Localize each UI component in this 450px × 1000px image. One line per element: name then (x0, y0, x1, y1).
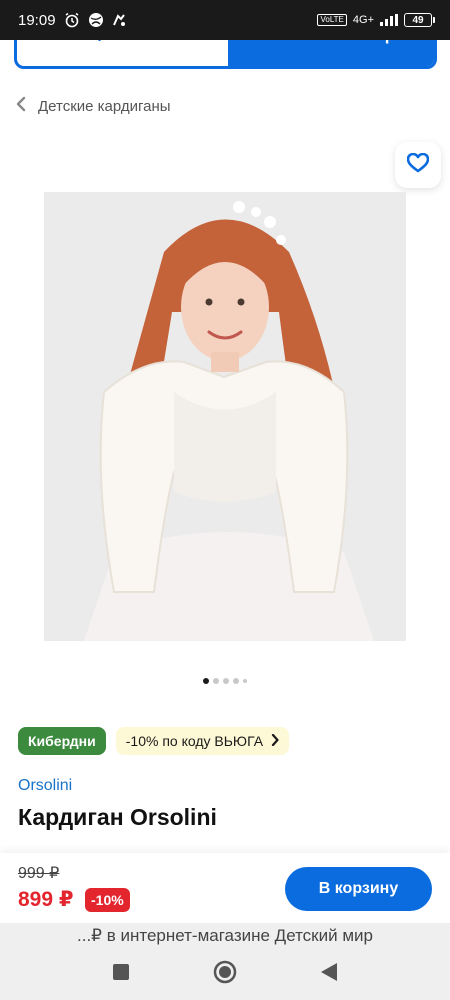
promo-code-badge[interactable]: -10% по коду ВЬЮГА (115, 727, 290, 755)
footer-caption: ...₽ в интернет-магазине Детский мир (0, 923, 450, 949)
product-image[interactable] (44, 192, 406, 641)
product-photo-illustration (44, 192, 406, 641)
chevron-left-icon (16, 96, 26, 116)
gallery-pagination (0, 678, 450, 684)
signal-icon (380, 14, 398, 26)
promo-code-label: -10% по коду ВЬЮГА (125, 733, 264, 749)
gallery-dot[interactable] (233, 678, 239, 684)
current-price: 899 ₽ (18, 888, 74, 911)
favorite-button[interactable] (395, 142, 441, 188)
price-bar: 999 ₽ 899 ₽ -10% В корзину (0, 853, 450, 923)
status-bar: 19:09 VoLTE 4G+ 49 (0, 0, 450, 40)
volte-indicator: VoLTE (317, 14, 347, 26)
heart-icon (406, 152, 430, 178)
ball-icon (88, 12, 104, 28)
status-time: 19:09 (18, 11, 56, 29)
alarm-icon (64, 12, 80, 28)
recents-icon[interactable] (112, 963, 130, 986)
app-notification-icon (112, 13, 126, 27)
gallery-dot[interactable] (203, 678, 209, 684)
brand-link[interactable]: Orsolini (18, 777, 72, 795)
breadcrumb-label: Детские кардиганы (38, 97, 171, 115)
gallery-dot[interactable] (243, 679, 247, 683)
back-icon[interactable] (320, 962, 338, 987)
battery-indicator: 49 (404, 13, 435, 27)
network-label: 4G+ (352, 14, 374, 26)
promo-badges: Кибердни -10% по коду ВЬЮГА (18, 727, 290, 755)
cyber-days-badge[interactable]: Кибердни (18, 727, 106, 755)
chevron-right-icon (271, 733, 279, 749)
discount-badge: -10% (85, 888, 130, 912)
old-price: 999 ₽ (18, 865, 60, 882)
home-icon[interactable] (213, 960, 237, 989)
system-navigation-bar (0, 949, 450, 1000)
add-to-cart-button[interactable]: В корзину (285, 867, 432, 911)
gallery-dot[interactable] (223, 678, 229, 684)
product-title: Кардиган Orsolini (18, 804, 217, 830)
gallery-dot[interactable] (213, 678, 219, 684)
breadcrumb[interactable]: Детские кардиганы (16, 96, 171, 116)
